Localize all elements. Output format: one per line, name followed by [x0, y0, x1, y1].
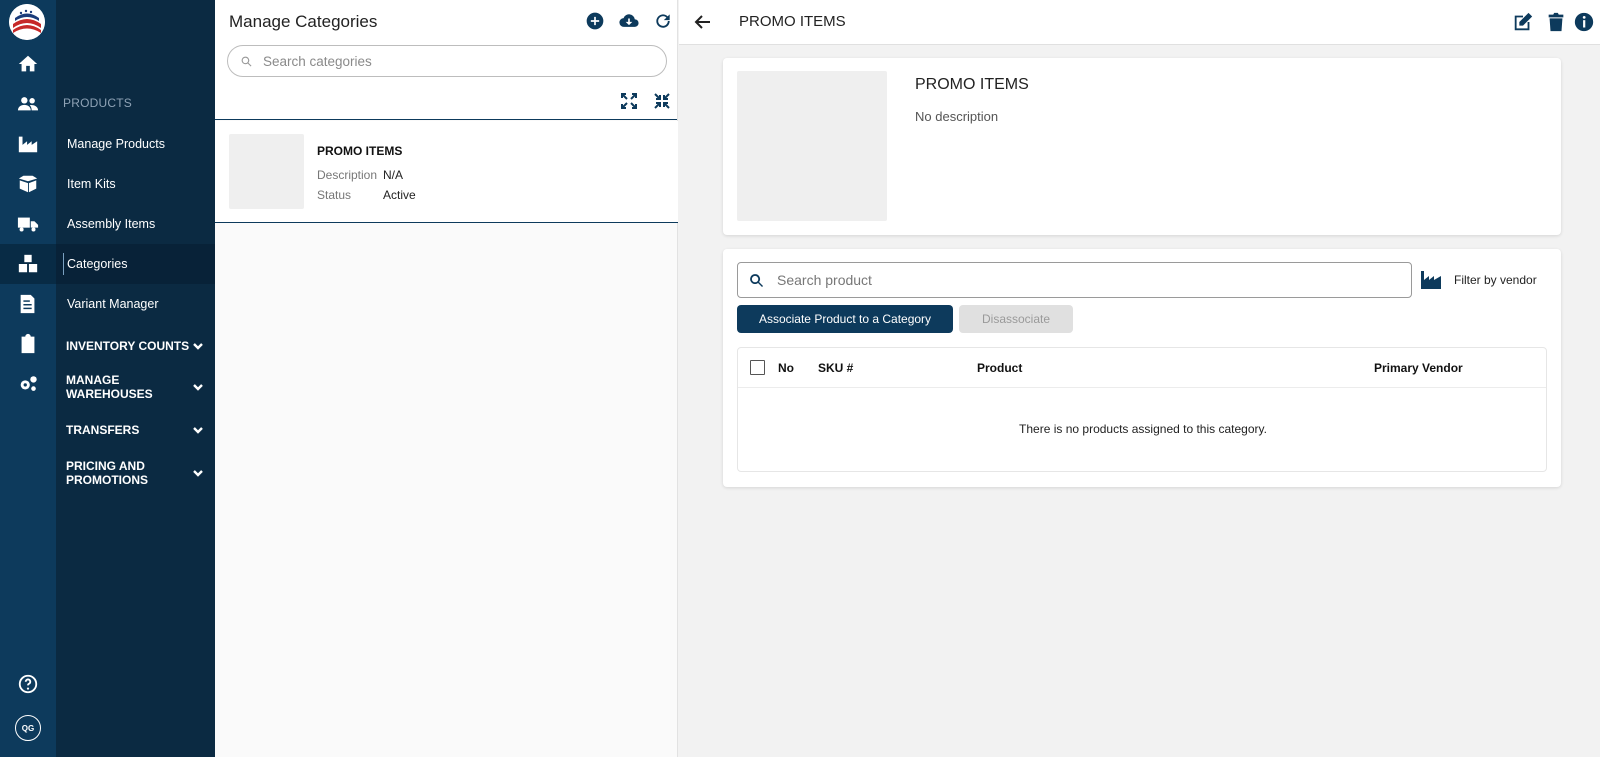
logo-icon[interactable] [9, 4, 45, 40]
search-categories-field[interactable] [227, 45, 667, 77]
category-title: PROMO ITEMS [915, 76, 1029, 93]
search-product-field[interactable] [737, 262, 1412, 298]
nav-group-inventory-counts[interactable]: INVENTORY COUNTS [56, 336, 215, 356]
nav-item-variant-manager[interactable]: Variant Manager [56, 284, 215, 324]
associate-product-button[interactable]: Associate Product to a Category [737, 305, 953, 333]
products-table: No SKU # Product Primary Vendor There is… [737, 347, 1547, 472]
category-name: PROMO ITEMS [317, 144, 403, 158]
column-header-product[interactable]: Product [977, 361, 1022, 375]
gears-icon[interactable] [0, 364, 56, 404]
users-icon[interactable] [0, 84, 56, 124]
nav-item-assembly-items[interactable]: Assembly Items [56, 204, 215, 244]
invoice-icon[interactable] [0, 284, 56, 324]
section-label-products: PRODUCTS [63, 96, 132, 110]
nav-group-transfers[interactable]: TRANSFERS [56, 420, 215, 440]
category-thumbnail [229, 134, 304, 209]
help-icon[interactable] [0, 664, 56, 704]
category-list-item[interactable]: PROMO ITEMS Description N/A Status Activ… [215, 121, 678, 223]
categories-panel: Manage Categories PROMO ITEMS Descriptio… [215, 0, 678, 757]
category-status-row: Status Active [317, 188, 416, 202]
edit-icon[interactable] [1512, 11, 1534, 33]
chevron-down-icon [191, 339, 205, 353]
add-circle-icon[interactable] [585, 11, 605, 31]
table-header: No SKU # Product Primary Vendor [738, 348, 1546, 388]
clipboard-icon[interactable] [0, 324, 56, 364]
category-description-row: Description N/A [317, 168, 404, 182]
search-product-input[interactable] [777, 272, 1397, 288]
info-icon[interactable] [1573, 11, 1595, 33]
chevron-down-icon [191, 466, 205, 480]
disassociate-button[interactable]: Disassociate [959, 305, 1073, 333]
box-icon[interactable] [0, 164, 56, 204]
nav-item-item-kits[interactable]: Item Kits [56, 164, 215, 204]
home-icon[interactable] [0, 44, 56, 84]
icon-rail: QG [0, 0, 56, 757]
nav-group-pricing-and-promotions[interactable]: PRICING AND PROMOTIONS [56, 458, 215, 488]
detail-header: PROMO ITEMS [679, 0, 1600, 45]
categories-header: Manage Categories [215, 0, 677, 120]
column-header-sku[interactable]: SKU # [818, 361, 853, 375]
select-all-checkbox[interactable] [750, 360, 765, 375]
search-categories-input[interactable] [263, 53, 643, 69]
avatar: QG [15, 715, 41, 741]
category-description: No description [915, 109, 999, 124]
category-info-card: PROMO ITEMS No description [723, 58, 1561, 235]
collapse-icon[interactable] [653, 92, 671, 110]
refresh-icon[interactable] [653, 11, 673, 31]
expand-icon[interactable] [620, 92, 638, 110]
nav-group-manage-warehouses[interactable]: MANAGE WAREHOUSES [56, 372, 215, 402]
column-header-no[interactable]: No [778, 361, 794, 375]
vendor-factory-icon[interactable] [1420, 269, 1442, 289]
empty-table-message: There is no products assigned to this ca… [1019, 422, 1267, 436]
filter-by-vendor-label[interactable]: Filter by vendor [1454, 273, 1537, 287]
nav-item-manage-products[interactable]: Manage Products [56, 124, 215, 164]
page-title: Manage Categories [229, 12, 378, 31]
cloud-download-icon[interactable] [618, 11, 640, 31]
detail-title: PROMO ITEMS [739, 13, 846, 30]
factory-icon[interactable] [0, 124, 56, 164]
column-header-primary-vendor[interactable]: Primary Vendor [1374, 361, 1463, 375]
search-icon [750, 273, 764, 287]
trash-icon[interactable] [1545, 11, 1567, 33]
user-avatar-icon[interactable]: QG [0, 708, 56, 748]
truck-icon[interactable] [0, 204, 56, 244]
category-image [737, 71, 887, 221]
nav-item-categories[interactable]: Categories [56, 244, 215, 284]
chevron-down-icon [191, 423, 205, 437]
back-arrow-icon[interactable] [693, 12, 713, 32]
search-icon [241, 56, 252, 66]
secondary-nav: PRODUCTS Manage Products Item Kits Assem… [56, 0, 215, 757]
category-products-card: Filter by vendor Associate Product to a … [723, 249, 1561, 487]
categories-icon[interactable] [0, 244, 56, 284]
chevron-down-icon [191, 380, 205, 394]
